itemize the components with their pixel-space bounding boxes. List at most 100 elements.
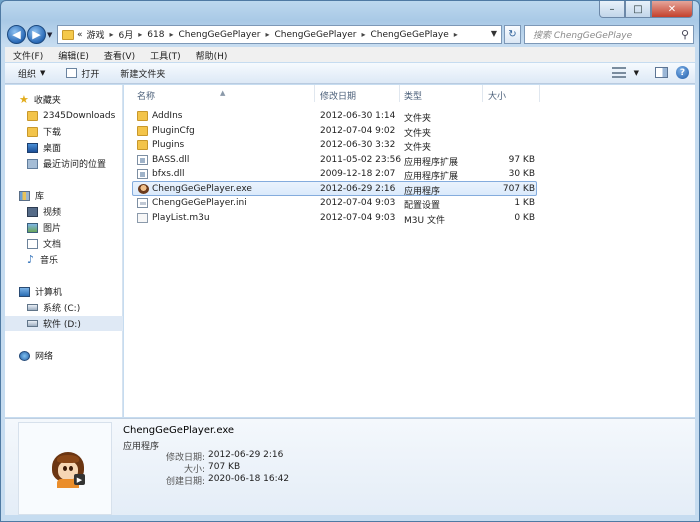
- nav-favorites[interactable]: ★ 收藏夹: [5, 92, 123, 107]
- search-input[interactable]: 搜索 ChengGeGePlaye ⚲: [524, 25, 694, 44]
- file-row[interactable]: PluginCfg 2012-07-04 9:02 文件夹: [132, 124, 537, 139]
- chevron-right-icon[interactable]: ▸: [110, 30, 114, 39]
- file-row[interactable]: bfxs.dll 2009-12-18 2:07 应用程序扩展 30 KB: [132, 167, 537, 182]
- nav-item-desktop[interactable]: 桌面: [5, 140, 123, 155]
- file-name: AddIns: [152, 111, 183, 121]
- folder-icon: [62, 29, 74, 40]
- address-overflow[interactable]: «: [77, 30, 83, 40]
- nav-item-music[interactable]: ♪ 音乐: [5, 252, 123, 267]
- nav-item-recent[interactable]: 最近访问的位置: [5, 156, 123, 171]
- change-view-icon[interactable]: [611, 67, 626, 78]
- new-folder-button[interactable]: 新建文件夹: [110, 67, 176, 80]
- file-size: 707 KB: [502, 184, 535, 194]
- open-label: 打开: [81, 69, 100, 80]
- breadcrumb-item[interactable]: ChengGeGePlayer: [179, 30, 261, 40]
- picture-icon: [27, 222, 38, 233]
- music-note-icon: ♪: [27, 253, 35, 266]
- nav-label: 最近访问的位置: [43, 160, 107, 170]
- nav-item-pictures[interactable]: 图片: [5, 220, 123, 235]
- file-type: 文件夹: [404, 143, 432, 153]
- breadcrumb-item[interactable]: 618: [147, 30, 164, 40]
- file-row-selected[interactable]: ChengGeGePlayer.exe 2012-06-29 2:16 应用程序…: [132, 181, 537, 197]
- m3u-file-icon: [137, 213, 148, 223]
- breadcrumb-item[interactable]: ChengGeGePlayer: [275, 30, 357, 40]
- nav-computer[interactable]: 计算机: [5, 284, 123, 299]
- organize-button[interactable]: 组织 ▼: [5, 67, 56, 80]
- file-modified: 2009-12-18 2:07: [320, 169, 396, 179]
- recent-pages-chevron-icon[interactable]: ▼: [47, 31, 52, 39]
- back-button[interactable]: ◀: [7, 25, 26, 44]
- column-headers: ▲ 名称 修改日期 类型 大小: [124, 85, 544, 102]
- file-name: BASS.dll: [152, 155, 190, 165]
- menu-help[interactable]: 帮助(H): [188, 47, 235, 62]
- search-icon[interactable]: ⚲: [681, 28, 689, 41]
- view-dropdown-icon[interactable]: ▼: [634, 69, 639, 77]
- nav-item-documents[interactable]: 文档: [5, 236, 123, 251]
- column-type[interactable]: 类型: [404, 89, 422, 102]
- nav-label: 计算机: [35, 288, 63, 298]
- address-bar[interactable]: « 游戏 ▸ 6月 ▸ 618 ▸ ChengGeGePlayer ▸ ChengGeG…: [57, 25, 502, 44]
- breadcrumb: 游戏 ▸ 6月 ▸ 618 ▸ ChengGeGePlayer ▸ ChengGeGeP…: [87, 28, 463, 42]
- folder-icon: [137, 111, 148, 121]
- menu-file[interactable]: 文件(F): [5, 47, 50, 62]
- nav-item-drive-c[interactable]: 系统 (C:): [5, 300, 123, 315]
- file-row[interactable]: ChengGeGePlayer.ini 2012-07-04 9:03 配置设置…: [132, 196, 537, 211]
- file-modified: 2012-06-30 1:14: [320, 111, 396, 121]
- detail-value: 2012-06-29 2:16: [208, 450, 284, 460]
- maximize-button[interactable]: □: [625, 1, 651, 18]
- detail-value: 2020-06-18 16:42: [208, 474, 290, 484]
- nav-label: 下载: [43, 128, 62, 138]
- breadcrumb-item[interactable]: 游戏: [87, 28, 105, 41]
- preview-pane-icon[interactable]: [655, 67, 668, 78]
- nav-label: 系统 (C:): [43, 304, 81, 314]
- star-icon: ★: [19, 93, 29, 106]
- nav-item-drive-d[interactable]: 软件 (D:): [5, 316, 123, 331]
- menu-view[interactable]: 查看(V): [96, 47, 142, 62]
- folder-icon: [137, 140, 148, 150]
- nav-libraries[interactable]: 库: [5, 188, 123, 203]
- file-size: 97 KB: [508, 155, 535, 165]
- nav-network[interactable]: 网络: [5, 348, 123, 363]
- file-modified: 2012-07-04 9:03: [320, 198, 396, 208]
- detail-value: 707 KB: [208, 462, 241, 472]
- refresh-button[interactable]: ↻: [504, 25, 521, 44]
- open-button[interactable]: 打开: [56, 67, 110, 80]
- breadcrumb-item[interactable]: ChengGeGePlaye: [371, 30, 449, 40]
- chevron-right-icon[interactable]: ▸: [265, 30, 269, 39]
- file-row[interactable]: PlayList.m3u 2012-07-04 9:03 M3U 文件 0 KB: [132, 211, 537, 226]
- close-button[interactable]: ✕: [651, 1, 693, 18]
- detail-label: 创建日期:: [165, 477, 205, 487]
- drive-icon: [27, 304, 38, 311]
- chevron-right-icon[interactable]: ▸: [138, 30, 142, 39]
- file-name: bfxs.dll: [152, 169, 185, 179]
- nav-label: 网络: [35, 352, 54, 362]
- help-icon[interactable]: ?: [676, 66, 689, 79]
- chevron-right-icon[interactable]: ▸: [169, 30, 173, 39]
- column-size[interactable]: 大小: [488, 89, 506, 102]
- nav-item-downloads[interactable]: 下载: [5, 124, 123, 139]
- nav-item-videos[interactable]: 视频: [5, 204, 123, 219]
- column-name[interactable]: 名称: [137, 89, 155, 102]
- details-pane: ▶ ChengGeGePlayer.exe 应用程序 修改日期: 2012-06…: [5, 418, 695, 515]
- menu-edit[interactable]: 编辑(E): [50, 47, 96, 62]
- file-name: Plugins: [152, 140, 185, 150]
- menu-tools[interactable]: 工具(T): [142, 47, 188, 62]
- file-row[interactable]: BASS.dll 2011-05-02 23:56 应用程序扩展 97 KB: [132, 153, 537, 168]
- breadcrumb-item[interactable]: 6月: [119, 28, 134, 41]
- chevron-right-icon[interactable]: ▸: [454, 30, 458, 39]
- nav-item-2345downloads[interactable]: 2345Downloads: [5, 108, 123, 123]
- app-avatar-icon: ▶: [52, 452, 85, 488]
- file-modified: 2012-06-30 3:32: [320, 140, 396, 150]
- forward-button[interactable]: ▶: [27, 25, 46, 44]
- address-dropdown-icon[interactable]: ▼: [491, 29, 497, 38]
- chevron-right-icon[interactable]: ▸: [361, 30, 365, 39]
- column-modified[interactable]: 修改日期: [320, 89, 356, 102]
- explorer-window: – □ ✕ ◀ ▶ ▼ « 游戏 ▸ 6月 ▸ 618 ▸ ChengGeGePlay…: [0, 0, 700, 522]
- file-type: M3U 文件: [404, 216, 445, 226]
- file-name: ChengGeGePlayer.exe: [152, 184, 252, 194]
- detail-file-name: ChengGeGePlayer.exe: [123, 425, 235, 436]
- file-row[interactable]: AddIns 2012-06-30 1:14 文件夹: [132, 109, 537, 124]
- file-row[interactable]: Plugins 2012-06-30 3:32 文件夹: [132, 138, 537, 153]
- minimize-button[interactable]: –: [599, 1, 625, 18]
- video-icon: [27, 206, 38, 217]
